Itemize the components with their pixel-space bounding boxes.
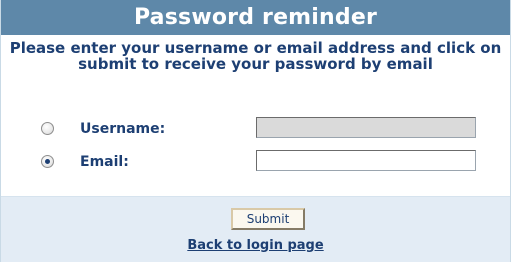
- email-field[interactable]: [256, 150, 476, 171]
- radio-selected-dot: [45, 159, 50, 164]
- username-row: Username:: [1, 117, 510, 141]
- panel-title: Password reminder: [1, 0, 510, 35]
- username-field[interactable]: [256, 117, 476, 138]
- email-label: Email:: [80, 154, 129, 170]
- submit-button[interactable]: Submit: [231, 208, 305, 230]
- back-to-login-link[interactable]: Back to login page: [1, 238, 510, 253]
- form-footer: Submit Back to login page: [1, 196, 510, 262]
- password-reminder-panel: Password reminder Please enter your user…: [0, 0, 511, 262]
- email-radio[interactable]: [41, 155, 54, 168]
- username-radio[interactable]: [41, 122, 54, 135]
- username-label: Username:: [80, 121, 166, 137]
- email-row: Email:: [1, 150, 510, 174]
- instructions-text: Please enter your username or email addr…: [9, 39, 502, 73]
